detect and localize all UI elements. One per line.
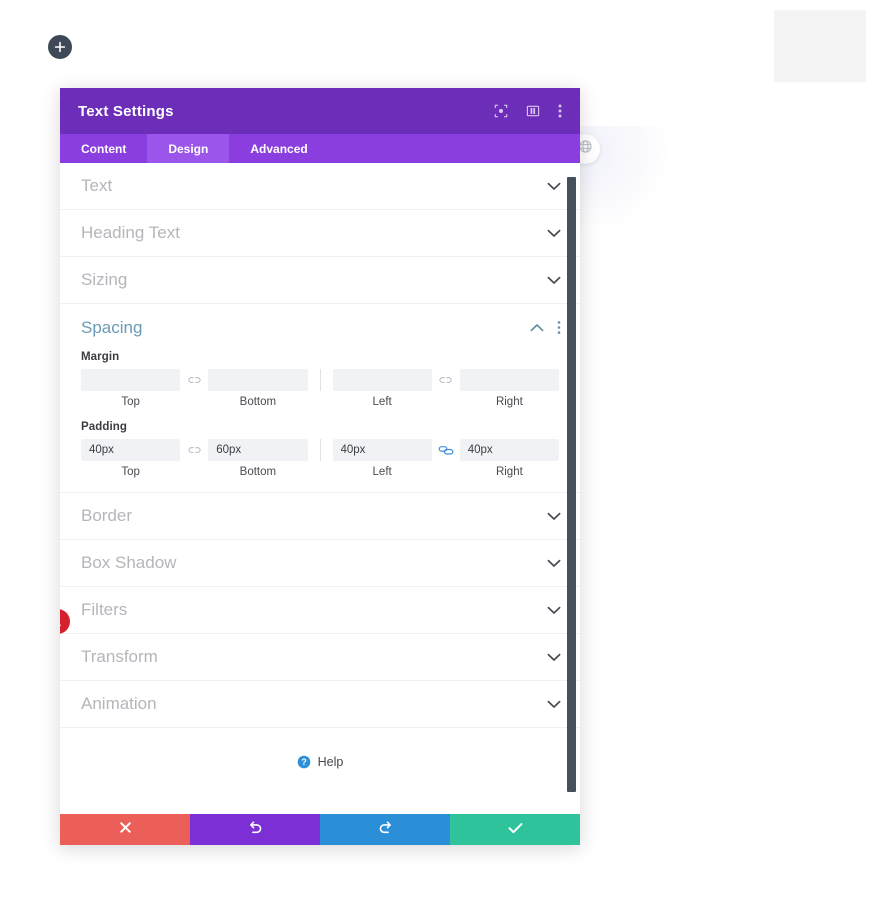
section-row-transform[interactable]: Transform xyxy=(60,634,580,681)
add-module-button[interactable] xyxy=(48,35,72,59)
chevron-down-icon xyxy=(547,653,561,662)
redo-button[interactable] xyxy=(320,814,450,845)
padding-left-label: Left xyxy=(372,466,392,478)
margin-top-input[interactable] xyxy=(81,369,181,391)
padding-right-label: Right xyxy=(495,466,523,478)
padding-bottom-label: Bottom xyxy=(239,466,277,478)
padding-inputs-row xyxy=(81,439,559,461)
text-settings-panel: Text Settings Content Design Advanced Te… xyxy=(60,88,580,845)
help-link[interactable]: ? Help xyxy=(60,728,580,796)
panel-header-icons xyxy=(494,103,562,119)
margin-right-label: Right xyxy=(495,396,523,408)
link-connected-icon[interactable] xyxy=(432,444,460,457)
section-label: Animation xyxy=(81,694,157,713)
panel-scrollbar[interactable] xyxy=(567,177,576,792)
panel-title: Text Settings xyxy=(78,102,174,120)
check-icon xyxy=(508,821,523,839)
link-broken-icon[interactable] xyxy=(180,374,208,386)
margin-labels-row: Top Bottom Left Right xyxy=(81,396,559,408)
margin-top-label: Top xyxy=(121,396,140,408)
chevron-down-icon xyxy=(547,182,561,191)
redo-icon xyxy=(378,820,393,840)
section-row-text[interactable]: Text xyxy=(60,163,580,210)
margin-field-group: Margin Top Bottom Left Right xyxy=(60,351,580,408)
margin-inputs-row xyxy=(81,369,559,391)
section-label: Sizing xyxy=(81,270,128,289)
section-label: Border xyxy=(81,506,133,525)
padding-field-group: Padding 40px 60px 40px 40px Top Bottom L… xyxy=(60,421,580,478)
panel-action-bar xyxy=(60,814,580,845)
section-row-animation[interactable]: Animation xyxy=(60,681,580,728)
link-broken-icon[interactable] xyxy=(180,444,208,456)
tab-content[interactable]: Content xyxy=(60,134,147,163)
field-divider xyxy=(319,369,321,391)
empty-content-block xyxy=(774,10,866,82)
close-icon xyxy=(119,821,132,839)
link-broken-icon[interactable] xyxy=(432,374,460,386)
margin-bottom-label: Bottom xyxy=(239,396,277,408)
panel-header: Text Settings xyxy=(60,88,580,134)
padding-bottom-input[interactable] xyxy=(208,439,308,461)
section-row-filters[interactable]: Filters xyxy=(60,587,580,634)
padding-top-label: Top xyxy=(121,466,140,478)
undo-icon xyxy=(248,820,263,840)
tab-design[interactable]: Design xyxy=(147,134,230,163)
field-divider xyxy=(319,439,321,461)
margin-left-label: Left xyxy=(372,396,392,408)
padding-labels-row: Top Bottom Left Right xyxy=(81,466,559,478)
section-spacing: Spacing Margin Top Bottom Left Right Pad… xyxy=(60,304,580,493)
margin-label: Margin xyxy=(81,351,120,363)
chevron-down-icon xyxy=(547,559,561,568)
editor-canvas: Text Settings Content Design Advanced Te… xyxy=(0,0,880,899)
section-label: Spacing xyxy=(81,317,143,337)
section-row-box-shadow[interactable]: Box Shadow xyxy=(60,540,580,587)
margin-right-input[interactable] xyxy=(459,369,559,391)
padding-top-input[interactable] xyxy=(81,439,181,461)
section-label: Transform xyxy=(81,647,158,666)
section-row-border[interactable]: Border xyxy=(60,493,580,540)
margin-left-input[interactable] xyxy=(332,369,432,391)
chevron-down-icon xyxy=(547,512,561,521)
more-options-icon[interactable] xyxy=(558,103,562,119)
svg-text:?: ? xyxy=(301,757,306,767)
section-label: Filters xyxy=(81,600,128,619)
settings-scroll-area: Text Heading Text Sizing Spacing Margin … xyxy=(60,163,580,814)
section-label: Box Shadow xyxy=(81,553,177,572)
question-circle-icon: ? xyxy=(297,755,311,769)
save-button[interactable] xyxy=(450,814,580,845)
tab-advanced[interactable]: Advanced xyxy=(229,134,328,163)
chevron-down-icon xyxy=(547,229,561,238)
panel-body: Text Heading Text Sizing Spacing Margin … xyxy=(60,163,580,814)
padding-right-input[interactable] xyxy=(459,439,559,461)
chevron-down-icon xyxy=(547,606,561,615)
help-label: Help xyxy=(317,755,344,769)
focus-target-icon[interactable] xyxy=(494,104,508,118)
chevron-up-icon[interactable] xyxy=(530,323,544,332)
cancel-button[interactable] xyxy=(60,814,190,845)
margin-bottom-input[interactable] xyxy=(208,369,308,391)
padding-label: Padding xyxy=(81,421,128,433)
panel-tabs: Content Design Advanced xyxy=(60,134,580,163)
chevron-down-icon xyxy=(547,276,561,285)
section-options-icon[interactable] xyxy=(557,320,561,335)
split-layout-icon[interactable] xyxy=(526,104,540,118)
undo-button[interactable] xyxy=(190,814,320,845)
section-label: Heading Text xyxy=(81,223,180,242)
chevron-down-icon xyxy=(547,700,561,709)
section-row-sizing[interactable]: Sizing xyxy=(60,257,580,304)
section-row-spacing[interactable]: Spacing xyxy=(60,304,580,351)
section-row-heading-text[interactable]: Heading Text xyxy=(60,210,580,257)
padding-left-input[interactable] xyxy=(332,439,432,461)
section-label: Text xyxy=(81,176,113,195)
plus-icon xyxy=(54,41,66,53)
